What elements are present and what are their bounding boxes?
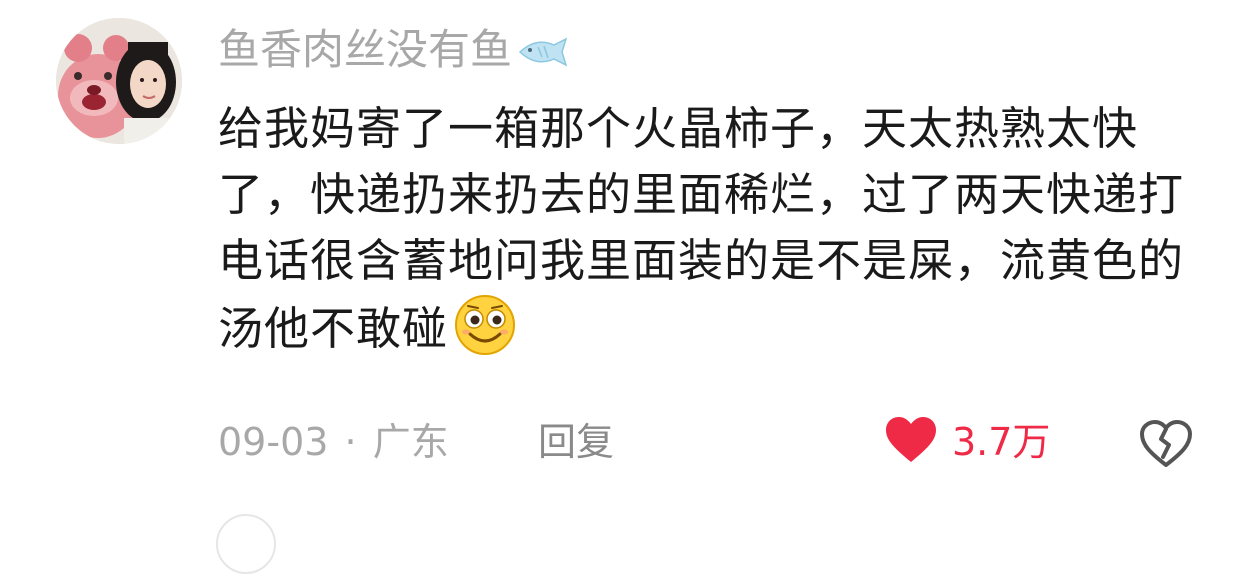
comment-meta: 09-03 · 广东 <box>218 415 449 469</box>
like-count: 3.7万 <box>952 420 1051 464</box>
broken-heart-icon <box>1138 420 1194 473</box>
comment-date: 09-03 <box>218 420 329 464</box>
comment-location: 广东 <box>372 420 449 464</box>
meta-separator: · <box>344 420 357 464</box>
username[interactable]: 鱼香肉丝没有鱼 <box>218 24 568 79</box>
comment-footer: 09-03 · 广东 回复 3.7万 <box>0 415 1259 469</box>
next-comment-avatar[interactable] <box>216 514 276 574</box>
reply-button[interactable]: 回复 <box>538 415 614 469</box>
dislike-button[interactable] <box>1138 419 1194 473</box>
heart-icon <box>884 416 938 468</box>
username-text: 鱼香肉丝没有鱼 <box>218 25 513 74</box>
avatar-image <box>56 18 182 144</box>
like-button[interactable]: 3.7万 <box>884 415 1050 469</box>
comment-body: 给我妈寄了一箱那个火晶柿子，天太热熟太快了，快递扔来扔去的里面稀烂，过了两天快递… <box>218 102 1185 355</box>
fish-icon <box>516 27 568 79</box>
avatar[interactable] <box>56 18 182 144</box>
smiling-face-emoji-icon <box>454 294 516 374</box>
comment-text: 给我妈寄了一箱那个火晶柿子，天太热熟太快了，快递扔来扔去的里面稀烂，过了两天快递… <box>218 96 1218 374</box>
